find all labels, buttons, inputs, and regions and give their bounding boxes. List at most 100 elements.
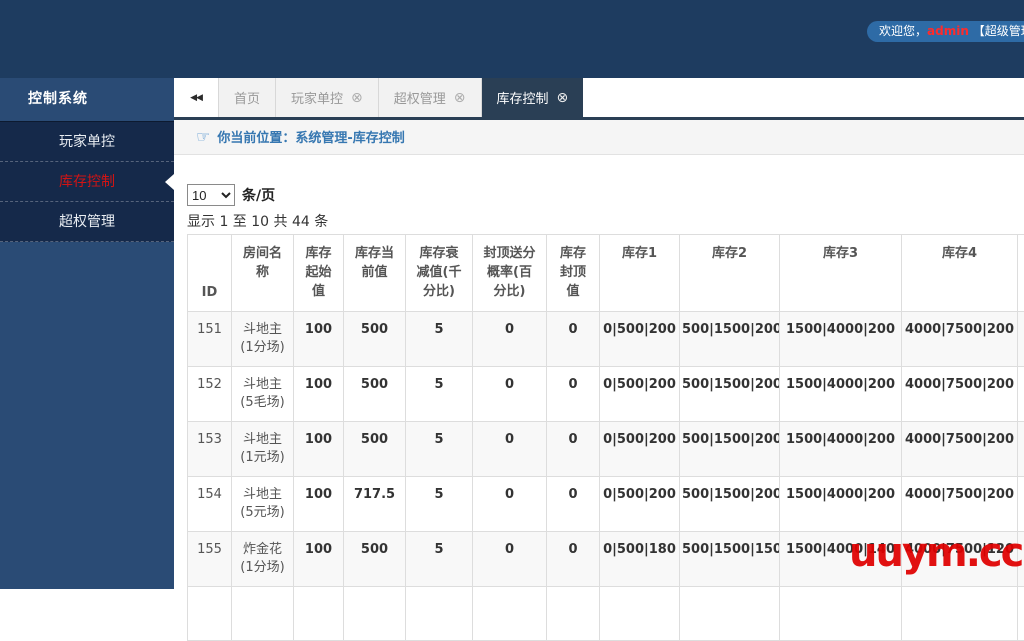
topbar: 欢迎您，admin 【超级管理员】 bbox=[0, 0, 1024, 78]
column-header-k1[interactable]: 库存1 bbox=[600, 235, 680, 312]
cell-start: 100 bbox=[294, 477, 344, 532]
sidebar-item-player-control[interactable]: 玩家单控 bbox=[0, 122, 174, 162]
sidebar-item-super-admin[interactable]: 超权管理 bbox=[0, 202, 174, 242]
tab-home[interactable]: 首页 bbox=[218, 78, 276, 117]
cell-cap_prob: 0 bbox=[473, 422, 547, 477]
cell-room: 斗地主(1分场) bbox=[232, 312, 294, 367]
column-header-k5[interactable] bbox=[1018, 235, 1024, 312]
cell-start: 100 bbox=[294, 532, 344, 587]
cell-k1: 0|500|200 bbox=[600, 312, 680, 367]
cell-cap_prob: 0 bbox=[473, 312, 547, 367]
cell-k1: 0|500|200 bbox=[600, 422, 680, 477]
column-header-room[interactable]: 房间名称 bbox=[232, 235, 294, 312]
tab-close-icon[interactable]: ⊗ bbox=[454, 90, 466, 106]
cell-cap: 0 bbox=[547, 422, 600, 477]
cell-k2: 500|1500|200 bbox=[680, 477, 780, 532]
table-row: 153斗地主(1元场)1005005000|500|200500|1500|20… bbox=[188, 422, 1024, 477]
tab-close-icon[interactable]: ⊗ bbox=[557, 90, 569, 106]
table-row-partial bbox=[188, 587, 1024, 641]
table-row: 154斗地主(5元场)100717.55000|500|200500|1500|… bbox=[188, 477, 1024, 532]
column-header-current[interactable]: 库存当前值 bbox=[344, 235, 406, 312]
table-row: 151斗地主(1分场)1005005000|500|200500|1500|20… bbox=[188, 312, 1024, 367]
cell-start: 100 bbox=[294, 367, 344, 422]
column-header-decay[interactable]: 库存衰减值(千分比) bbox=[406, 235, 473, 312]
collapse-tabs-button[interactable]: ◀◀ bbox=[174, 78, 218, 117]
pointing-hand-icon: ☞ bbox=[196, 127, 210, 146]
tab-super-admin[interactable]: 超权管理 ⊗ bbox=[379, 78, 482, 117]
welcome-badge: 欢迎您，admin 【超级管理员】 bbox=[867, 21, 1024, 42]
cell-k4: 4000|7500|200 bbox=[902, 312, 1018, 367]
welcome-username: admin bbox=[927, 24, 969, 38]
cell-k2: 500|1500|200 bbox=[680, 367, 780, 422]
cell-k1: 0|500|200 bbox=[600, 367, 680, 422]
cell-decay: 5 bbox=[406, 532, 473, 587]
cell-cap_prob: 0 bbox=[473, 367, 547, 422]
cell-start: 100 bbox=[294, 312, 344, 367]
cell-k5: 7 bbox=[1018, 367, 1024, 422]
cell-current: 500 bbox=[344, 532, 406, 587]
tab-inventory-control[interactable]: 库存控制 ⊗ bbox=[482, 78, 584, 117]
column-header-k3[interactable]: 库存3 bbox=[780, 235, 902, 312]
cell-room: 斗地主(1元场) bbox=[232, 422, 294, 477]
cell-decay: 5 bbox=[406, 367, 473, 422]
cell-id: 151 bbox=[188, 312, 232, 367]
cell-decay: 5 bbox=[406, 477, 473, 532]
column-header-start[interactable]: 库存起始值 bbox=[294, 235, 344, 312]
cell-k1: 0|500|180 bbox=[600, 532, 680, 587]
welcome-role: 【超级管理员】 bbox=[969, 24, 1024, 38]
cell-cap_prob: 0 bbox=[473, 532, 547, 587]
cell-k4: 4000|7500|200 bbox=[902, 422, 1018, 477]
sidebar-title: 控制系统 bbox=[0, 78, 174, 121]
tab-player-control[interactable]: 玩家单控 ⊗ bbox=[276, 78, 379, 117]
cell-id bbox=[188, 587, 232, 641]
pagination-info: 显示 1 至 10 共 44 条 bbox=[187, 211, 1024, 231]
watermark: uuym.cc bbox=[849, 530, 1022, 576]
cell-k4: 4000|7500|200 bbox=[902, 477, 1018, 532]
cell-k2 bbox=[680, 587, 780, 641]
page-size-label: 条/页 bbox=[242, 185, 275, 205]
cell-room bbox=[232, 587, 294, 641]
cell-id: 154 bbox=[188, 477, 232, 532]
cell-k4 bbox=[902, 587, 1018, 641]
cell-room: 斗地主(5毛场) bbox=[232, 367, 294, 422]
table-header-row: ID房间名称库存起始值库存当前值库存衰减值(千分比)封顶送分概率(百分比)库存封… bbox=[188, 235, 1024, 312]
cell-k2: 500|1500|200 bbox=[680, 312, 780, 367]
sidebar-item-label: 玩家单控 bbox=[59, 134, 115, 150]
cell-current: 500 bbox=[344, 367, 406, 422]
tab-label: 库存控制 bbox=[497, 88, 549, 107]
cell-decay: 5 bbox=[406, 422, 473, 477]
tab-list: 首页 玩家单控 ⊗ 超权管理 ⊗ 库存控制 ⊗ bbox=[218, 78, 583, 117]
cell-decay bbox=[406, 587, 473, 641]
column-header-cap_prob[interactable]: 封顶送分概率(百分比) bbox=[473, 235, 547, 312]
column-header-cap[interactable]: 库存封顶值 bbox=[547, 235, 600, 312]
inventory-table: ID房间名称库存起始值库存当前值库存衰减值(千分比)封顶送分概率(百分比)库存封… bbox=[187, 234, 1024, 641]
column-header-k4[interactable]: 库存4 bbox=[902, 235, 1018, 312]
breadcrumb-text: 你当前位置：系统管理-库存控制 bbox=[217, 131, 404, 146]
column-header-id[interactable]: ID bbox=[188, 235, 232, 312]
cell-cap_prob: 0 bbox=[473, 477, 547, 532]
cell-room: 斗地主(5元场) bbox=[232, 477, 294, 532]
cell-start bbox=[294, 587, 344, 641]
double-left-arrow-icon: ◀◀ bbox=[190, 93, 202, 103]
cell-k1 bbox=[600, 587, 680, 641]
cell-decay: 5 bbox=[406, 312, 473, 367]
cell-k5 bbox=[1018, 587, 1024, 641]
sidebar: 控制系统 玩家单控库存控制超权管理 bbox=[0, 78, 174, 589]
cell-id: 155 bbox=[188, 532, 232, 587]
cell-k5: 7 bbox=[1018, 312, 1024, 367]
column-header-k2[interactable]: 库存2 bbox=[680, 235, 780, 312]
tab-label: 玩家单控 bbox=[291, 88, 343, 107]
cell-current: 500 bbox=[344, 312, 406, 367]
cell-id: 153 bbox=[188, 422, 232, 477]
page-size-select[interactable]: 10 bbox=[187, 184, 235, 206]
cell-current bbox=[344, 587, 406, 641]
cell-cap: 0 bbox=[547, 312, 600, 367]
tab-label: 首页 bbox=[234, 88, 260, 107]
cell-k5: 7 bbox=[1018, 422, 1024, 477]
tab-label: 超权管理 bbox=[394, 88, 446, 107]
cell-k1: 0|500|200 bbox=[600, 477, 680, 532]
sidebar-item-label: 库存控制 bbox=[59, 174, 115, 190]
tab-close-icon[interactable]: ⊗ bbox=[351, 90, 363, 106]
cell-k3: 1500|4000|200 bbox=[780, 477, 902, 532]
sidebar-item-inventory-control[interactable]: 库存控制 bbox=[0, 162, 174, 202]
